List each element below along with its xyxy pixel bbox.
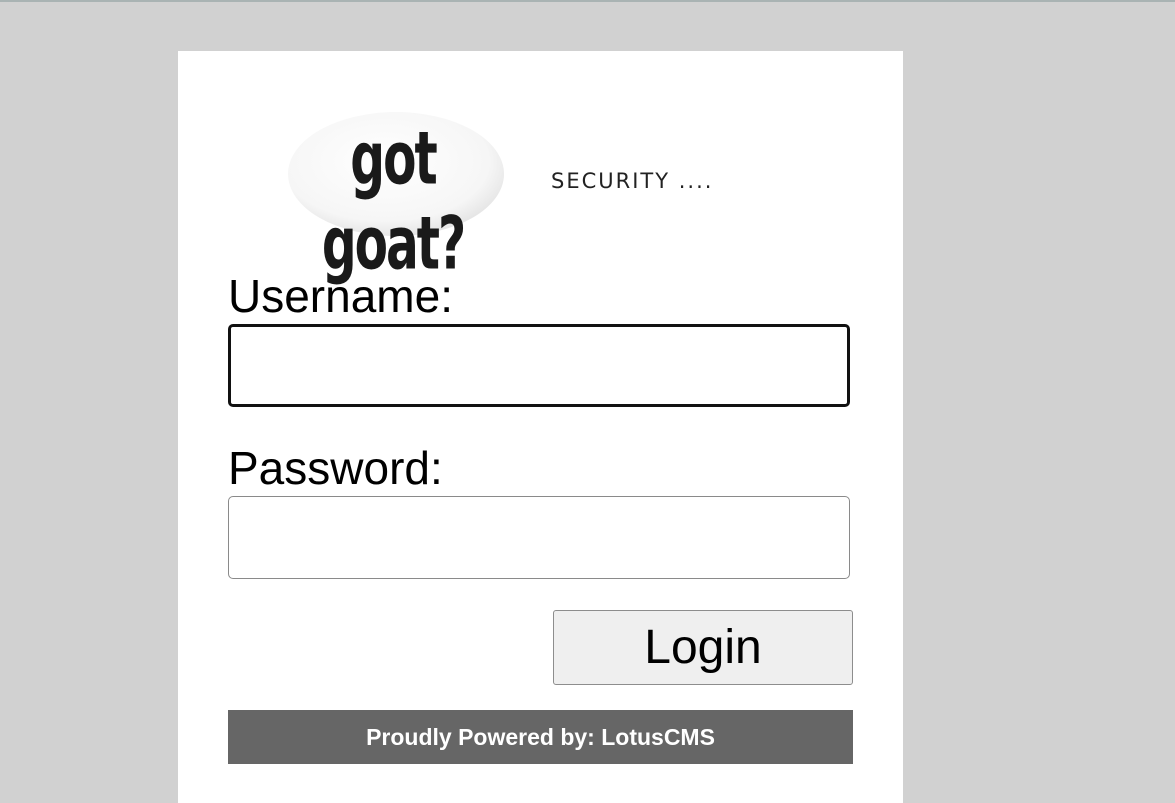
logo-text: got goat? bbox=[321, 116, 466, 287]
security-tagline: SECURITY .... bbox=[551, 169, 714, 193]
username-input[interactable] bbox=[228, 324, 850, 407]
username-label: Username: bbox=[228, 270, 453, 322]
top-border bbox=[0, 0, 1175, 2]
login-button[interactable]: Login bbox=[553, 610, 853, 685]
password-label: Password: bbox=[228, 442, 443, 494]
login-panel: got goat? SECURITY .... Username: Passwo… bbox=[178, 51, 903, 803]
site-logo: got goat? bbox=[278, 106, 508, 286]
powered-by-footer: Proudly Powered by: LotusCMS bbox=[228, 710, 853, 764]
password-input[interactable] bbox=[228, 496, 850, 579]
